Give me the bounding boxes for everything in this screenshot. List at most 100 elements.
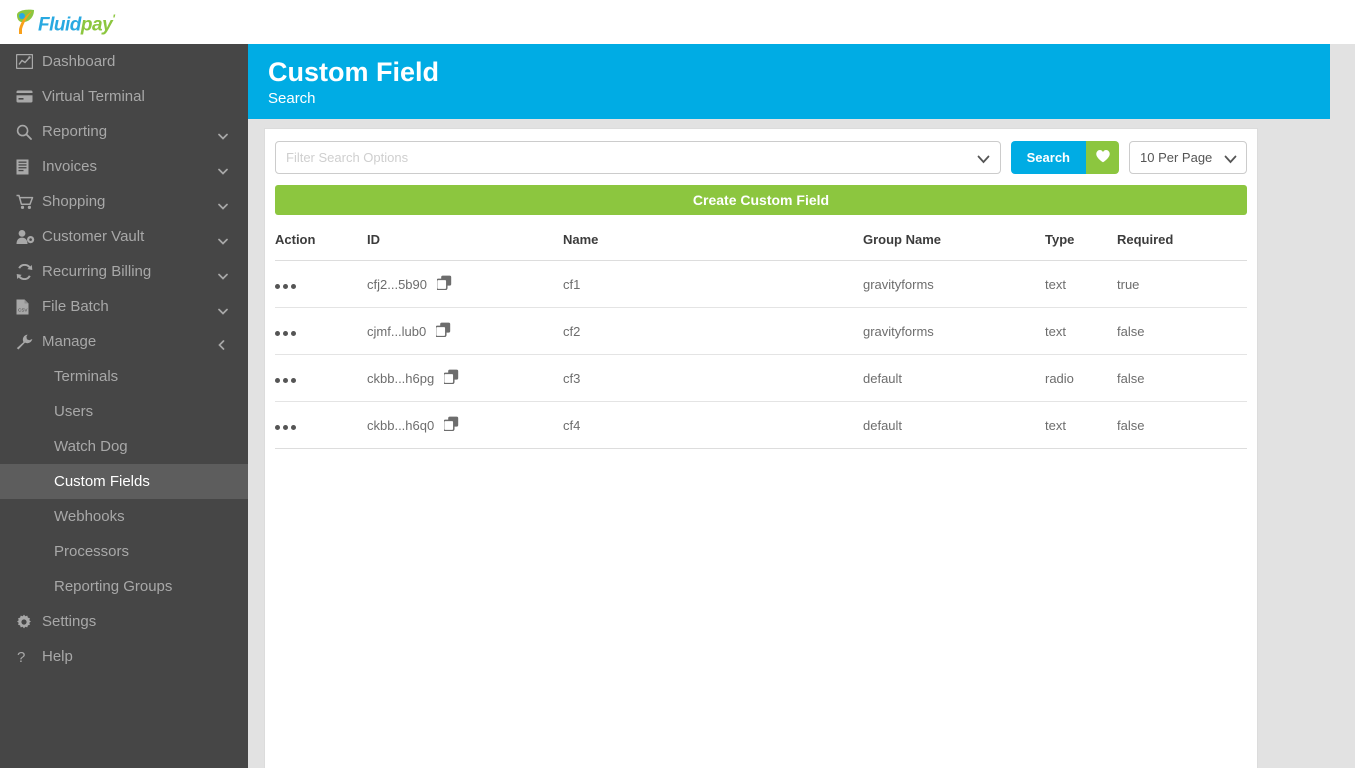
sidebar-item-label: Help <box>42 648 73 665</box>
column-header-required: Required <box>1117 232 1247 261</box>
table-row[interactable]: cfj2...5b90 cf1 gravityforms text true <box>275 260 1247 308</box>
cart-icon <box>16 194 42 210</box>
row-action-cell <box>275 307 367 355</box>
top-bar: Fluidpay' <box>0 0 1355 44</box>
sidebar-item-webhooks[interactable]: Webhooks <box>0 499 248 534</box>
row-required-cell: false <box>1117 401 1247 449</box>
csv-file-icon: CSV <box>16 299 42 315</box>
row-action-cell <box>275 401 367 449</box>
leaf-logo-icon <box>17 9 34 34</box>
fluidpay-logo[interactable]: Fluidpay' <box>14 8 115 36</box>
app-root: Fluidpay' Dashboard Virtual Terminal Rep… <box>0 0 1355 768</box>
column-header-name: Name <box>563 232 863 261</box>
copy-icon[interactable] <box>443 416 459 434</box>
sidebar-item-users[interactable]: Users <box>0 394 248 429</box>
row-id-cell: ckbb...h6q0 <box>367 401 563 449</box>
filter-placeholder-text: Filter Search Options <box>286 150 409 165</box>
sidebar-item-virtual-terminal[interactable]: Virtual Terminal <box>0 79 248 114</box>
sidebar-item-processors[interactable]: Processors <box>0 534 248 569</box>
page-subtitle: Search <box>268 90 316 107</box>
row-type-cell: text <box>1045 307 1117 355</box>
heart-icon <box>1095 149 1111 166</box>
table-header-row: Action ID Name Group Name Type Required <box>275 232 1247 261</box>
sidebar-item-customer-vault[interactable]: Customer Vault <box>0 219 248 254</box>
row-id-text: cjmf...lub0 <box>367 323 427 339</box>
table-row[interactable]: ckbb...h6q0 cf4 default text false <box>275 401 1247 449</box>
row-type-cell: radio <box>1045 354 1117 402</box>
row-action-cell <box>275 354 367 402</box>
row-group-name-cell: gravityforms <box>863 260 1045 308</box>
row-group-name-cell: default <box>863 401 1045 449</box>
favorite-search-button[interactable] <box>1086 141 1119 174</box>
table-body: cfj2...5b90 cf1 gravityforms text true c… <box>275 260 1247 449</box>
table-row[interactable]: cjmf...lub0 cf2 gravityforms text false <box>275 307 1247 355</box>
row-id-cell: cfj2...5b90 <box>367 260 563 308</box>
column-header-action: Action <box>275 232 367 261</box>
question-mark-icon: ? <box>16 649 42 665</box>
sidebar-item-file-batch[interactable]: CSV File Batch <box>0 289 248 324</box>
sidebar-item-manage[interactable]: Manage <box>0 324 248 359</box>
copy-icon[interactable] <box>435 322 451 340</box>
row-required-cell: false <box>1117 307 1247 355</box>
sidebar-item-dashboard[interactable]: Dashboard <box>0 44 248 79</box>
row-id-text: cfj2...5b90 <box>367 276 427 292</box>
row-group-name-cell: gravityforms <box>863 307 1045 355</box>
chevron-down-icon <box>218 302 228 315</box>
credit-card-icon <box>16 90 42 103</box>
sidebar-item-reporting[interactable]: Reporting <box>0 114 248 149</box>
table-header: Action ID Name Group Name Type Required <box>275 232 1247 261</box>
row-name-cell: cf3 <box>563 354 863 402</box>
sidebar-item-terminals[interactable]: Terminals <box>0 359 248 394</box>
chart-line-icon <box>16 54 42 69</box>
sidebar-item-recurring-billing[interactable]: Recurring Billing <box>0 254 248 289</box>
page-header: Custom Field Search <box>248 44 1330 119</box>
svg-text:CSV: CSV <box>18 307 28 312</box>
column-header-group-name: Group Name <box>863 232 1045 261</box>
chevron-left-icon <box>218 337 228 350</box>
sidebar-subitem-label: Webhooks <box>54 508 125 525</box>
gear-icon <box>16 614 42 630</box>
per-page-select[interactable]: 10 Per Page <box>1129 141 1247 174</box>
search-button-group: Search <box>1010 141 1119 174</box>
refresh-icon <box>16 263 42 280</box>
row-name-cell: cf2 <box>563 307 863 355</box>
sidebar-item-help[interactable]: ? Help <box>0 639 248 674</box>
row-id-text: ckbb...h6q0 <box>367 417 435 433</box>
copy-icon[interactable] <box>435 275 452 293</box>
sidebar-subitem-label: Terminals <box>54 368 119 385</box>
sidebar-subitem-label: Watch Dog <box>54 438 128 455</box>
ellipsis-icon[interactable] <box>275 424 296 430</box>
sidebar-subitem-label: Users <box>54 403 94 420</box>
filter-search-options-select[interactable]: Filter Search Options <box>275 141 1001 174</box>
create-custom-field-button[interactable]: Create Custom Field <box>275 185 1247 215</box>
chevron-down-icon <box>218 267 228 280</box>
logo-text-primary: Fluid <box>38 14 81 36</box>
sidebar-item-label: Dashboard <box>42 53 116 70</box>
copy-icon[interactable] <box>443 369 459 387</box>
sidebar: Dashboard Virtual Terminal Reporting Inv… <box>0 44 248 768</box>
chevron-down-icon <box>218 127 228 140</box>
table-row[interactable]: ckbb...h6pg cf3 default radio false <box>275 354 1247 402</box>
per-page-value: 10 Per Page <box>1140 150 1213 165</box>
sidebar-item-invoices[interactable]: Invoices <box>0 149 248 184</box>
row-required-cell: false <box>1117 354 1247 402</box>
chevron-down-icon <box>218 162 228 175</box>
ellipsis-icon[interactable] <box>275 283 296 289</box>
ellipsis-icon[interactable] <box>275 330 296 336</box>
sidebar-item-label: Settings <box>42 613 97 630</box>
sidebar-item-watch-dog[interactable]: Watch Dog <box>0 429 248 464</box>
sidebar-item-shopping[interactable]: Shopping <box>0 184 248 219</box>
user-gear-icon <box>16 229 42 245</box>
sidebar-subitem-label: Custom Fields <box>54 473 150 490</box>
sidebar-subitem-label: Processors <box>54 543 130 560</box>
row-group-name-cell: default <box>863 354 1045 402</box>
sidebar-item-settings[interactable]: Settings <box>0 604 248 639</box>
row-action-cell <box>275 260 367 308</box>
ellipsis-icon[interactable] <box>275 377 296 383</box>
search-button[interactable]: Search <box>1010 141 1086 174</box>
sidebar-item-custom-fields[interactable]: Custom Fields <box>0 464 248 499</box>
page-title: Custom Field <box>268 57 440 87</box>
row-name-cell: cf1 <box>563 260 863 308</box>
logo-wordmark: Fluidpay' <box>38 6 115 38</box>
sidebar-item-reporting-groups[interactable]: Reporting Groups <box>0 569 248 604</box>
